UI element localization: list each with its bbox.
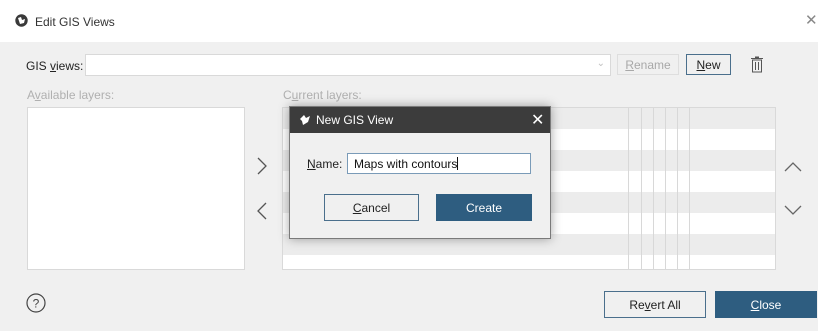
grid-column-divider [653,108,654,269]
trash-icon[interactable] [750,56,764,73]
chevron-up-icon[interactable] [783,161,803,173]
create-button[interactable]: Create [436,194,532,221]
grid-column-divider [665,108,666,269]
app-icon [15,14,28,27]
window-title: Edit GIS Views [35,15,115,29]
available-layers-label: Available layers: [27,88,115,102]
cancel-button[interactable]: Cancel [324,194,419,221]
dialog-title: New GIS View [316,113,394,127]
svg-text:?: ? [33,297,40,311]
rename-button[interactable]: Rename [617,54,679,75]
window-titlebar: Edit GIS Views ✕ [0,0,818,42]
close-button[interactable]: Close [715,291,817,318]
app-icon [300,115,310,125]
gis-views-select[interactable]: ⌄ [85,54,611,76]
help-icon[interactable]: ? [26,293,46,313]
grid-column-divider [689,108,690,269]
dialog-titlebar: New GIS View ✕ [290,107,550,133]
grid-column-divider [677,108,678,269]
grid-row [283,255,775,269]
grid-column-divider [628,108,629,269]
text-caret [457,157,459,170]
new-gis-view-dialog: New GIS View ✕ Name: Maps with contours … [289,106,551,239]
gis-views-label: GIS views: [26,59,84,73]
window-close-button[interactable]: ✕ [805,11,818,29]
chevron-right-icon[interactable] [256,156,268,176]
revert-all-button[interactable]: Re v ert All [604,291,706,318]
name-label: Name: [307,157,343,171]
chevron-down-icon[interactable] [783,204,803,216]
dialog-close-button[interactable]: ✕ [531,110,544,130]
chevron-left-icon[interactable] [256,201,268,221]
name-input-value: Maps with contours [354,157,458,171]
name-input[interactable]: Maps with contours [347,153,531,174]
current-layers-label: Current layers: [283,88,362,102]
edit-gis-views-window: Edit GIS Views ✕ GIS views: ⌄ Rename New… [0,0,818,331]
new-button[interactable]: New [686,54,731,75]
chevron-down-icon: ⌄ [596,58,605,69]
available-layers-list[interactable] [27,107,245,270]
grid-column-divider [641,108,642,269]
